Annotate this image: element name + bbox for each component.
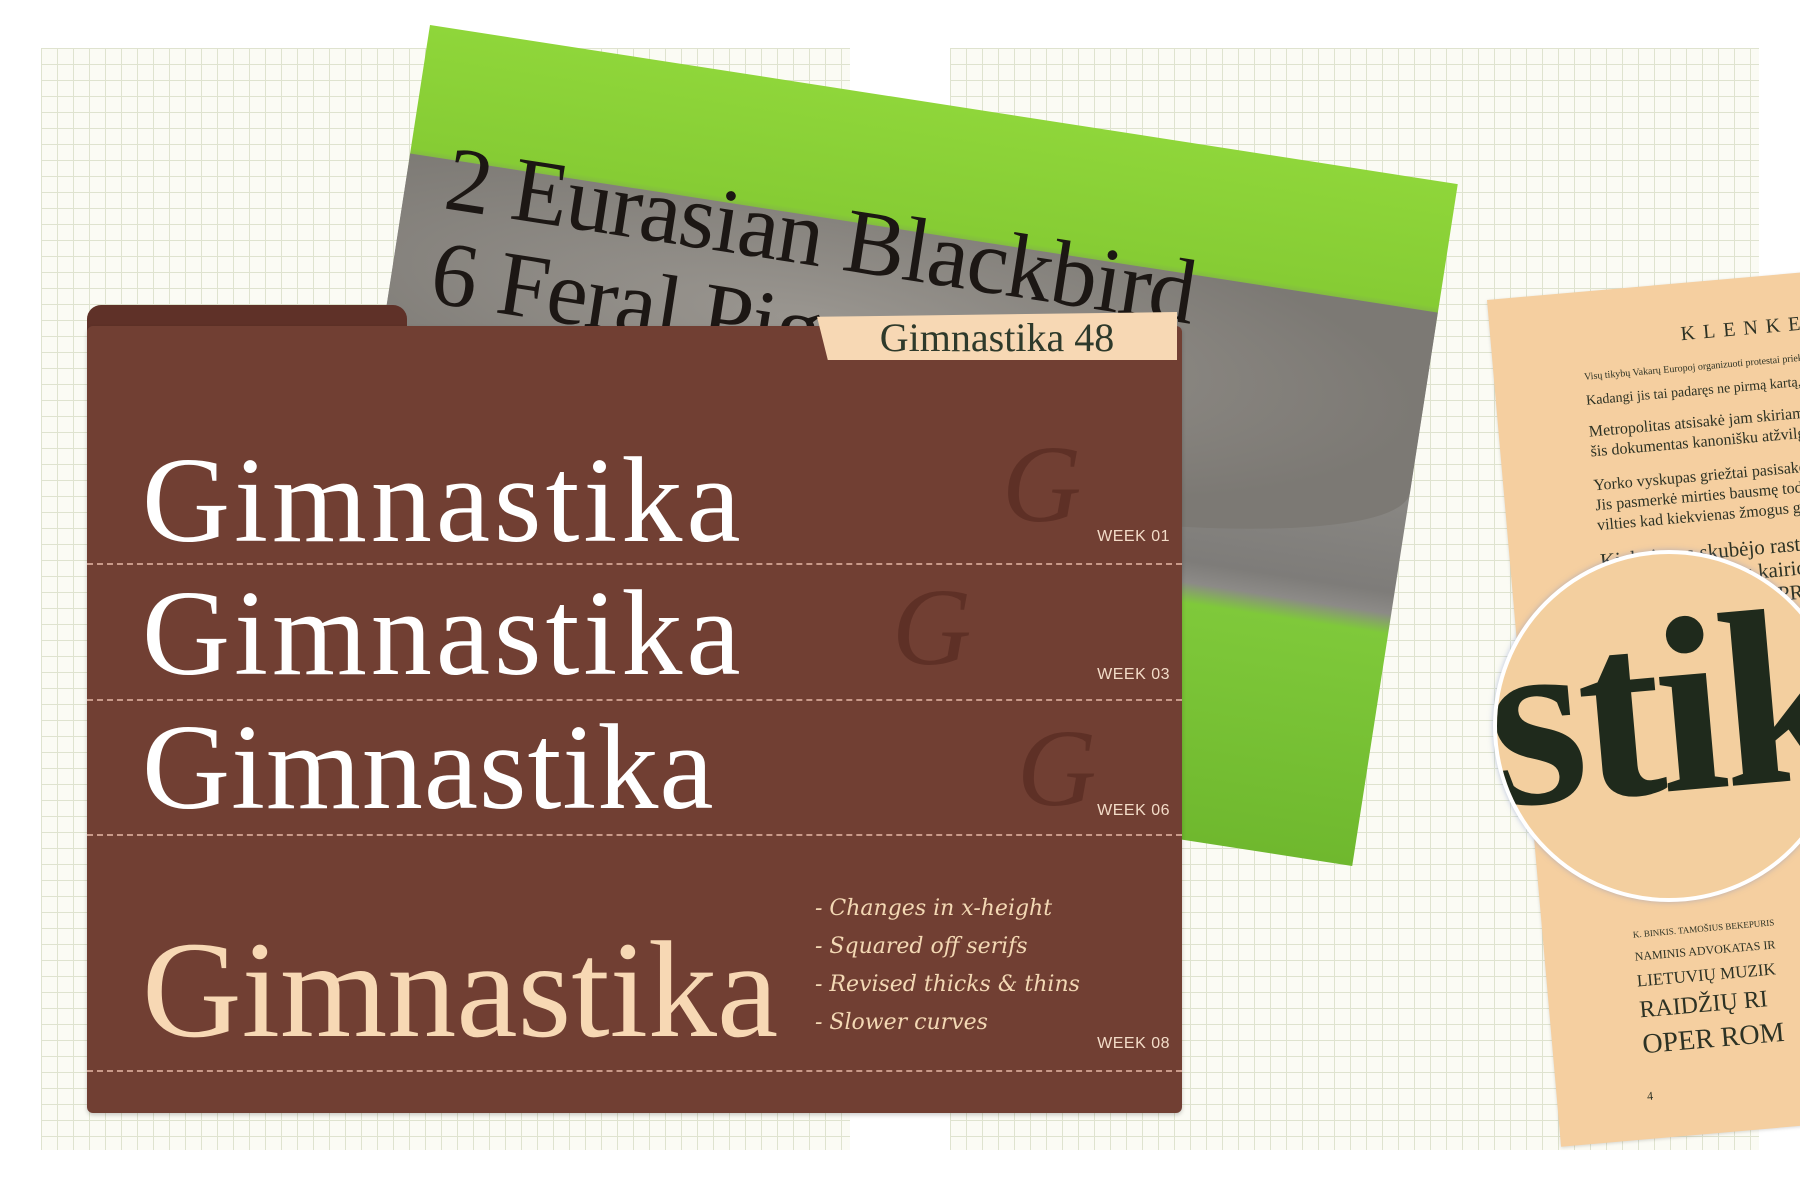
document-line: RAIDŽIŲ RI: [1638, 986, 1769, 1024]
week-label: WEEK 03: [1097, 666, 1170, 683]
page-number: 4: [1646, 1088, 1654, 1104]
specimen-text-latest: Gimnastika: [142, 913, 779, 1066]
specimen-row-week-06: G Gimnastika WEEK 06: [87, 700, 1182, 836]
specimen-row-week-01: G Gimnastika WEEK 01: [87, 326, 1182, 568]
specimen-text: Gimnastika: [142, 700, 715, 835]
specimen-folder: G Gimnastika WEEK 01 G Gimnastika WEEK 0…: [87, 326, 1182, 1113]
week-label: WEEK 01: [1097, 528, 1170, 545]
document-heading: KLENKE: [1679, 312, 1800, 346]
note-item: - Squared off serifs: [815, 934, 1028, 959]
specimen-text: Gimnastika: [142, 566, 745, 701]
specimen-row-week-03: G Gimnastika WEEK 03: [87, 564, 1182, 701]
document-line: OPER ROM: [1641, 1016, 1786, 1061]
document-line: K. BINKIS. TAMOŠIUS BEKEPURIS: [1632, 917, 1775, 940]
note-item: - Changes in x-height: [815, 896, 1053, 921]
revision-notes: - Changes in x-height - Squared off seri…: [815, 896, 1080, 1048]
specimen-text: Gimnastika: [142, 433, 745, 568]
note-item: - Revised thicks & thins: [815, 972, 1080, 997]
magnified-text: stik: [1493, 553, 1800, 862]
ghost-glyph-g: G: [1017, 707, 1097, 829]
ghost-glyph-g: G: [892, 566, 972, 688]
magnifier-lens: stik: [1493, 550, 1800, 902]
note-item: - Slower curves: [815, 1010, 988, 1035]
ghost-glyph-g: G: [1002, 423, 1082, 545]
week-label: WEEK 08: [1097, 1035, 1170, 1052]
folder-tab-label: Gimnastika 48: [817, 312, 1177, 360]
week-label: WEEK 06: [1097, 802, 1170, 819]
